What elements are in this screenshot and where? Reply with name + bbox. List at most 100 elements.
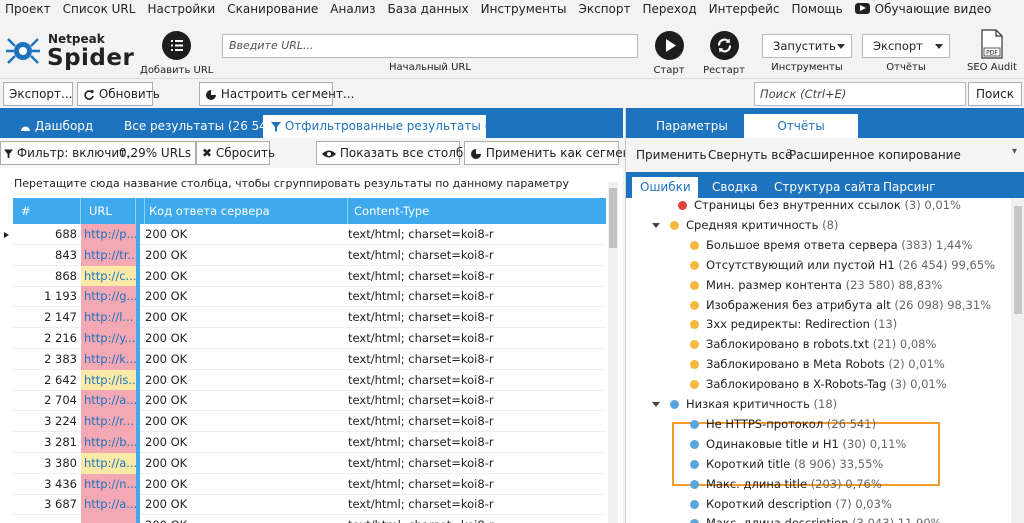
filter-info[interactable]: Фильтр: включит... 0,29% URLs [0,141,196,165]
expand-toggle-icon[interactable] [652,402,660,407]
cell-url[interactable]: http://b... [81,432,136,453]
table-row[interactable]: 1 193 http://g... 200 OK text/html; charset… [13,286,606,308]
apply-segment-button[interactable]: Применить как сегмент [464,141,637,165]
table-row[interactable]: 3 436 http://n... 200 OK text/html; charset… [13,473,606,495]
advanced-copy-button[interactable]: Расширенное копирование [789,148,961,162]
table-row[interactable]: 2 216 http://y... 200 OK text/html; charset… [13,328,606,349]
tree-item[interactable]: Мин. размер контента (23 580) 88,83% [690,276,942,296]
tab-all-results[interactable]: Все результаты (26 541) [116,115,287,138]
cell-url[interactable]: http://a... [81,494,136,516]
refresh-button[interactable]: Обновить [77,82,160,106]
tree-item[interactable]: 3xx редиректы: Redirection (13) [690,315,897,335]
table-row[interactable]: 688 http://p... 200 OK text/html; charset=k… [13,224,606,245]
menu-crawling[interactable]: Сканирование [222,0,325,20]
tree-scrollbar[interactable] [1011,198,1024,523]
cell-url[interactable]: http://a... [81,390,136,412]
tree-group-medium[interactable]: Средняя критичность (8) [670,216,838,236]
tree-item[interactable]: Заблокировано в Meta Robots (2) 0,01% [690,355,945,375]
tree-item[interactable]: Заблокировано в X-Robots-Tag (3) 0,01% [690,375,947,395]
tree-item[interactable]: Изображения без атрибута alt (26 098) 98… [690,296,991,316]
url-input[interactable]: Введите URL... [222,34,638,58]
start-button[interactable]: Старт [648,31,690,76]
tab-dashboard[interactable]: Дашборд [12,115,101,138]
menu-analysis[interactable]: Анализ [325,0,382,20]
results-scrollbar[interactable] [608,182,618,523]
table-row[interactable]: 3 281 http://b... 200 OK text/html; charset… [13,432,606,453]
table-row[interactable]: 868 http://c... 200 OK text/html; charset=k… [13,265,606,287]
menu-url-list[interactable]: Список URL [58,0,143,20]
cell-url[interactable]: http://l... [81,307,136,329]
cell-url[interactable]: http://c... [81,265,136,287]
launch-dropdown[interactable]: Запустить [762,34,852,58]
menu-navigate[interactable]: Переход [638,0,704,20]
menu-settings[interactable]: Настройки [142,0,222,20]
cell-url[interactable]: http://p... [81,224,136,245]
tree-item[interactable]: Заблокировано в robots.txt (21) 0,08% [690,335,936,355]
seo-audit-button[interactable]: PDF SEO Audit [964,29,1020,73]
menu-export[interactable]: Экспорт [573,0,637,20]
tree-item[interactable]: Макс. длина description (3 043) 11,90% [690,514,942,523]
cell-url[interactable] [81,515,136,523]
table-row[interactable]: 3 687 http://a... 200 OK text/html; charset… [13,494,606,516]
column-header-number[interactable]: # [13,198,81,224]
menu-project[interactable]: Проект [0,0,58,20]
table-row[interactable]: 2 383 http://k... 200 OK text/html; charset… [13,348,606,370]
cell-url[interactable]: http://y... [81,328,136,349]
cell-url[interactable]: http://a... [81,452,136,474]
cell-url[interactable]: http://r... [81,411,136,433]
show-columns-button[interactable]: Показать все столбцы [316,141,481,165]
tree-item[interactable]: Короткий title (8 906) 33,55% [690,455,883,475]
cell-url[interactable]: http://tr... [81,244,136,266]
scroll-thumb[interactable] [609,188,617,248]
menu-tools[interactable]: Инструменты [476,0,574,20]
subtab-errors[interactable]: Ошибки [632,177,698,198]
dropdown-arrow-icon[interactable]: ▾ [1012,146,1017,157]
column-header-status[interactable]: Код ответа сервера [145,198,348,224]
tab-reports[interactable]: Отчёты [744,114,858,138]
table-row[interactable]: 3 224 http://r... 200 OK text/html; charset… [13,411,606,433]
tree-item[interactable]: Страницы без внутренних ссылок (3) 0,01% [678,198,961,216]
tree-item[interactable]: Макс. длина title (203) 0,76% [690,475,882,495]
tree-item[interactable]: Большое время ответа сервера (383) 1,44% [690,236,972,256]
table-row[interactable]: 2 147 http://l... 200 OK text/html; charset… [13,307,606,329]
restart-button[interactable]: Рестарт [700,31,748,76]
search-button[interactable]: Поиск [968,82,1022,106]
column-splitter[interactable] [136,198,145,224]
menu-interface[interactable]: Интерфейс [704,0,787,20]
cell-url[interactable]: http://k... [81,348,136,370]
menu-database[interactable]: База данных [383,0,476,20]
column-header-url[interactable]: URL [81,198,136,224]
tree-item[interactable]: Короткий description (7) 0,03% [690,495,892,515]
tab-parameters[interactable]: Параметры [648,114,736,138]
cell-splitter [136,452,140,474]
tab-filtered-results[interactable]: Отфильтрованные результаты (78) [263,115,509,138]
subtab-summary[interactable]: Сводка [704,177,766,198]
segment-button[interactable]: Настроить сегмент... [199,82,354,106]
add-url-button[interactable]: Добавить URL [140,31,213,76]
cell-url[interactable]: http://g... [81,286,136,308]
apply-button[interactable]: Применить [636,148,707,162]
tree-item[interactable]: Не HTTPS-протокол (26 541) [690,415,876,435]
menu-video[interactable]: Обучающие видео [850,0,999,20]
table-row[interactable]: 843 http://tr... 200 OK text/html; charset=… [13,244,606,266]
subtab-parsing[interactable]: Парсинг [875,177,944,198]
scroll-thumb[interactable] [1014,206,1022,314]
menu-help[interactable]: Помощь [787,0,850,20]
column-header-content-type[interactable]: Content-Type [348,198,606,224]
search-input[interactable]: Поиск (Ctrl+E) [754,82,966,106]
reset-filter-button[interactable]: ✖ Сбросить [196,141,275,165]
export-dropdown[interactable]: Экспорт [862,34,950,58]
table-row[interactable]: 2 642 http://is... 200 OK text/html; charse… [13,369,606,391]
table-row[interactable]: 200 OKtext/html; charset=koi8-r [13,515,606,523]
tree-group-low[interactable]: Низкая критичность (18) [670,395,837,415]
tree-item[interactable]: Одинаковые title и H1 (30) 0,11% [690,435,906,455]
cell-url[interactable]: http://is... [81,369,136,391]
table-row[interactable]: 3 380 http://a... 200 OK text/html; charset… [13,452,606,474]
export-button[interactable]: Экспорт... [3,82,73,106]
tree-item[interactable]: Отсутствующий или пустой H1 (26 454) 99,… [690,256,995,276]
cell-url[interactable]: http://n... [81,473,136,495]
collapse-all-button[interactable]: Свернуть всё [708,148,792,162]
subtab-site-structure[interactable]: Структура сайта [766,177,888,198]
table-row[interactable]: 2 704 http://a... 200 OK text/html; charset… [13,390,606,412]
expand-toggle-icon[interactable] [652,222,660,228]
